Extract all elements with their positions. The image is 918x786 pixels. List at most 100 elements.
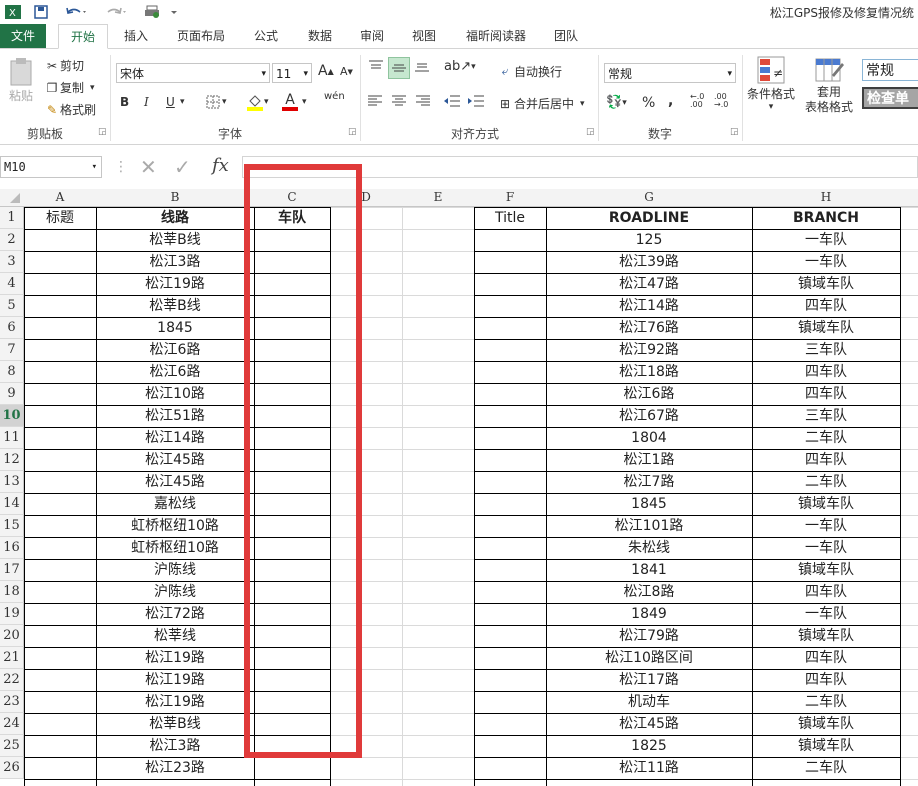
decrease-decimal-button[interactable]: .00 →.0 (714, 93, 728, 109)
branch-cell[interactable]: 三车队 (752, 339, 900, 361)
increase-decimal-button[interactable]: ←.0.00 (690, 93, 704, 109)
align-center-button[interactable] (392, 95, 406, 107)
roadline-cell[interactable]: 1804 (546, 427, 752, 449)
row-header-25[interactable]: 25 (0, 735, 24, 757)
row-header-8[interactable]: 8 (0, 361, 24, 383)
route-cell[interactable]: 1845 (96, 317, 254, 339)
tab-home[interactable]: 开始 (58, 24, 108, 49)
branch-cell[interactable]: 四车队 (752, 669, 900, 691)
dialog-launcher-icon[interactable]: ◲ (586, 127, 595, 137)
branch-cell[interactable]: 三车队 (752, 405, 900, 427)
align-right-button[interactable] (416, 95, 430, 107)
branch-cell[interactable]: 二车队 (752, 427, 900, 449)
align-bottom-button[interactable] (414, 59, 430, 73)
route-cell[interactable]: 松江6路 (96, 339, 254, 361)
route-cell[interactable]: 松江10路 (96, 383, 254, 405)
route-cell[interactable]: 松莘B线 (96, 713, 254, 735)
chevron-down-icon[interactable]: ▾ (180, 97, 185, 107)
row-header-14[interactable]: 14 (0, 493, 24, 515)
header-cell-branch[interactable]: BRANCH (752, 207, 900, 229)
number-format-select[interactable]: 常规 ▾ (604, 63, 736, 83)
wrap-text-button[interactable]: ⤶ 自动换行 (496, 63, 562, 80)
orientation-button[interactable]: ab↗ ▾ (444, 59, 476, 74)
align-top-button[interactable] (368, 59, 384, 73)
roadline-cell[interactable]: 松江79路 (546, 625, 752, 647)
branch-cell[interactable]: 一车队 (752, 251, 900, 273)
branch-cell[interactable]: 二车队 (752, 757, 900, 779)
route-cell[interactable]: 松江19路 (96, 273, 254, 295)
route-cell[interactable]: 嘉松线 (96, 493, 254, 515)
grow-font-button[interactable]: A ▲ (318, 63, 334, 79)
branch-cell[interactable]: 镇域车队 (752, 493, 900, 515)
row-header-22[interactable]: 22 (0, 669, 24, 691)
route-cell[interactable]: 松江23路 (96, 757, 254, 779)
row-header-19[interactable]: 19 (0, 603, 24, 625)
sheet-grid[interactable]: 标题 线路 车队 Title ROADLINE BRANCH 松莘B线 松江3路 松江19路 松莘… (24, 207, 918, 786)
branch-cell[interactable]: 镇域车队 (752, 625, 900, 647)
merge-center-button[interactable]: ⊞ 合并后居中 ▾ (496, 95, 585, 112)
align-middle-button[interactable] (388, 57, 410, 79)
format-painter-button[interactable]: ✎ 格式刷 (44, 101, 96, 118)
row-header-17[interactable]: 17 (0, 559, 24, 581)
roadline-cell[interactable]: 松江92路 (546, 339, 752, 361)
roadline-cell[interactable]: 1841 (546, 559, 752, 581)
row-header-4[interactable]: 4 (0, 273, 24, 295)
column-header-a[interactable]: A (24, 189, 96, 207)
roadline-cell[interactable]: 松江7路 (546, 471, 752, 493)
branch-cell[interactable]: 一车队 (752, 537, 900, 559)
format-as-table-button[interactable]: 套用 表格格式 (800, 55, 858, 115)
comma-style-button[interactable]: , (668, 93, 673, 109)
route-cell[interactable]: 松江6路 (96, 361, 254, 383)
tab-foxit-reader[interactable]: 福昕阅读器 (458, 24, 534, 48)
align-left-button[interactable] (368, 95, 382, 107)
chevron-down-icon[interactable]: ▾ (302, 97, 307, 107)
route-cell[interactable]: 松江72路 (96, 603, 254, 625)
row-header-15[interactable]: 15 (0, 515, 24, 537)
branch-cell[interactable]: 四车队 (752, 647, 900, 669)
column-header-b[interactable]: B (96, 189, 254, 207)
row-header-26[interactable]: 26 (0, 757, 24, 779)
branch-cell[interactable]: 一车队 (752, 603, 900, 625)
roadline-cell[interactable]: 1825 (546, 735, 752, 757)
row-header-9[interactable]: 9 (0, 383, 24, 405)
route-cell[interactable]: 松莘线 (96, 625, 254, 647)
percent-style-button[interactable]: % (642, 95, 655, 111)
roadline-cell[interactable]: 松江45路 (546, 713, 752, 735)
branch-cell[interactable]: 四车队 (752, 361, 900, 383)
tab-review[interactable]: 审阅 (352, 24, 392, 48)
branch-cell[interactable]: 四车队 (752, 295, 900, 317)
cell-style-check[interactable]: 检查单 (862, 87, 918, 109)
font-size-select[interactable]: 11 ▾ (272, 63, 312, 83)
row-header-23[interactable]: 23 (0, 691, 24, 713)
more-options-icon[interactable]: ⋮ (114, 159, 128, 175)
row-header-11[interactable]: 11 (0, 427, 24, 449)
route-cell[interactable]: 松江19路 (96, 647, 254, 669)
route-cell[interactable]: 虹桥枢纽10路 (96, 515, 254, 537)
branch-cell[interactable]: 镇域车队 (752, 735, 900, 757)
row-header-18[interactable]: 18 (0, 581, 24, 603)
row-header-21[interactable]: 21 (0, 647, 24, 669)
row-header-7[interactable]: 7 (0, 339, 24, 361)
accounting-format-button[interactable]: 💱 ▾ (606, 95, 627, 110)
tab-page-layout[interactable]: 页面布局 (170, 24, 232, 48)
header-cell-roadline[interactable]: ROADLINE (546, 207, 752, 229)
conditional-formatting-button[interactable]: ≠ 条件格式 ▾ (746, 55, 796, 112)
route-cell[interactable]: 松江3路 (96, 251, 254, 273)
row-header-10[interactable]: 10 (0, 405, 24, 427)
dialog-launcher-icon[interactable]: ◲ (730, 127, 739, 137)
name-box[interactable]: M10 ▾ (0, 156, 102, 178)
route-cell[interactable]: 松江45路 (96, 471, 254, 493)
cell-style-normal[interactable]: 常规 (862, 59, 918, 81)
underline-button[interactable]: U (166, 95, 175, 109)
column-header-e[interactable]: E (402, 189, 474, 207)
branch-cell[interactable]: 一车队 (752, 229, 900, 251)
branch-cell[interactable]: 镇域车队 (752, 559, 900, 581)
roadline-cell[interactable]: 松江11路 (546, 757, 752, 779)
roadline-cell[interactable]: 松江10路区间 (546, 647, 752, 669)
insert-function-button[interactable]: fx (212, 155, 229, 176)
decrease-indent-button[interactable] (444, 95, 460, 107)
roadline-cell[interactable]: 松江17路 (546, 669, 752, 691)
route-cell[interactable]: 虹桥枢纽10路 (96, 537, 254, 559)
cancel-icon[interactable]: ✕ (140, 155, 157, 179)
route-cell[interactable]: 沪陈线 (96, 581, 254, 603)
